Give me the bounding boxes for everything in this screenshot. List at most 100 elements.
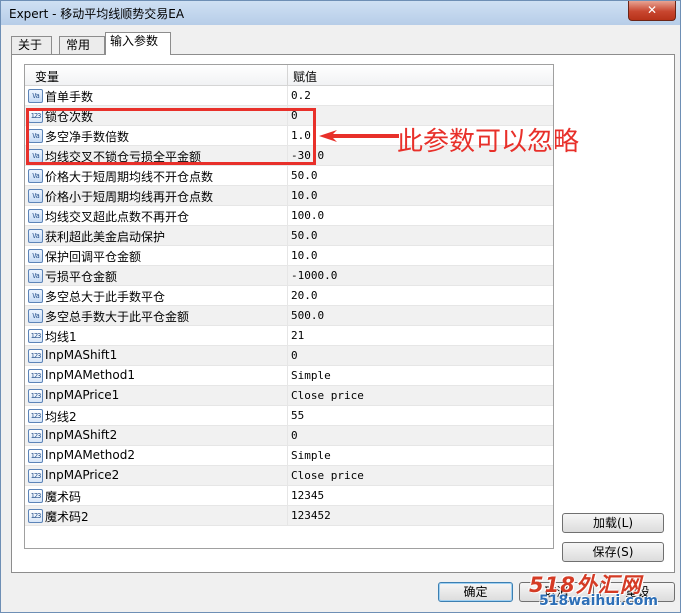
ok-button[interactable]: 确定 xyxy=(438,582,513,602)
parameter-value[interactable]: 0 xyxy=(291,429,298,442)
parameter-row[interactable]: Va 多空总手数大于此平仓金额 500.0 xyxy=(25,306,553,326)
integer-type-icon: 123 xyxy=(28,469,43,483)
parameter-value[interactable]: 50.0 xyxy=(291,169,318,182)
parameter-value[interactable]: -1000.0 xyxy=(291,269,337,282)
parameter-value[interactable]: Close price xyxy=(291,389,364,402)
parameter-value[interactable]: 20.0 xyxy=(291,289,318,302)
cell-divider xyxy=(287,446,288,465)
parameter-row[interactable]: Va 首单手数 0.2 xyxy=(25,86,553,106)
parameter-row[interactable]: Va 价格小于短周期均线再开仓点数 10.0 xyxy=(25,186,553,206)
double-type-icon: Va xyxy=(28,169,43,183)
parameter-row[interactable]: 123 InpMAMethod1 Simple xyxy=(25,366,553,386)
double-type-icon: Va xyxy=(28,289,43,303)
parameter-row[interactable]: 123 InpMAShift2 0 xyxy=(25,426,553,446)
parameter-name: InpMAPrice1 xyxy=(45,388,120,402)
parameter-row[interactable]: 123 InpMAPrice1 Close price xyxy=(25,386,553,406)
parameter-value[interactable]: 50.0 xyxy=(291,229,318,242)
integer-type-icon: 123 xyxy=(28,509,43,523)
double-type-icon: Va xyxy=(28,309,43,323)
integer-type-icon: 123 xyxy=(28,109,43,123)
integer-type-icon: 123 xyxy=(28,449,43,463)
tab-common[interactable]: 常用 xyxy=(59,36,105,54)
close-button[interactable]: ✕ xyxy=(628,1,676,21)
column-header-variable[interactable]: 变量 xyxy=(35,68,59,85)
parameter-row[interactable]: Va 多空总大于此手数平仓 20.0 xyxy=(25,286,553,306)
parameter-value[interactable]: 0.2 xyxy=(291,89,311,102)
parameter-row[interactable]: 123 InpMAPrice2 Close price xyxy=(25,466,553,486)
cell-divider xyxy=(287,246,288,265)
double-type-icon: Va xyxy=(28,229,43,243)
parameter-row[interactable]: 123 魔术码2 123452 xyxy=(25,506,553,526)
parameter-value[interactable]: 500.0 xyxy=(291,309,324,322)
cell-divider xyxy=(287,326,288,345)
parameter-value[interactable]: 12345 xyxy=(291,489,324,502)
integer-type-icon: 123 xyxy=(28,389,43,403)
parameter-value[interactable]: 0 xyxy=(291,109,298,122)
parameter-row[interactable]: Va 获利超此美金启动保护 50.0 xyxy=(25,226,553,246)
parameter-row[interactable]: 123 均线1 21 xyxy=(25,326,553,346)
parameter-name: 亏损平仓金额 xyxy=(45,270,118,284)
parameter-name: InpMAShift1 xyxy=(45,348,118,362)
parameter-row[interactable]: 123 魔术码 12345 xyxy=(25,486,553,506)
parameter-value[interactable]: 21 xyxy=(291,329,304,342)
cell-divider xyxy=(287,466,288,485)
integer-type-icon: 123 xyxy=(28,489,43,503)
cell-divider xyxy=(287,226,288,245)
tab-about[interactable]: 关于 xyxy=(11,36,52,54)
tab-inputs[interactable]: 输入参数 xyxy=(105,32,171,55)
parameter-name: 多空净手数倍数 xyxy=(45,130,130,144)
double-type-icon: Va xyxy=(28,129,43,143)
parameter-row[interactable]: 123 InpMAMethod2 Simple xyxy=(25,446,553,466)
window-title: Expert - 移动平均线顺势交易EA xyxy=(9,7,185,21)
parameter-name: 首单手数 xyxy=(45,90,94,104)
watermark-line2: 518waihui.com xyxy=(539,593,658,609)
cell-divider xyxy=(287,366,288,385)
parameter-row[interactable]: Va 价格大于短周期均线不开仓点数 50.0 xyxy=(25,166,553,186)
cell-divider xyxy=(287,166,288,185)
parameter-value[interactable]: 55 xyxy=(291,409,304,422)
parameter-value[interactable]: Simple xyxy=(291,449,331,462)
parameter-name: 均线交叉不锁仓亏损全平金额 xyxy=(45,150,202,164)
parameter-row[interactable]: Va 亏损平仓金额 -1000.0 xyxy=(25,266,553,286)
parameter-value[interactable]: Close price xyxy=(291,469,364,482)
parameter-value[interactable]: Simple xyxy=(291,369,331,382)
parameter-name: 均线交叉超此点数不再开仓 xyxy=(45,210,190,224)
double-type-icon: Va xyxy=(28,269,43,283)
parameter-name: 魔术码2 xyxy=(45,510,89,524)
integer-type-icon: 123 xyxy=(28,369,43,383)
integer-type-icon: 123 xyxy=(28,429,43,443)
cell-divider xyxy=(287,406,288,425)
parameter-value[interactable]: 10.0 xyxy=(291,189,318,202)
parameter-name: 价格大于短周期均线不开仓点数 xyxy=(45,170,214,184)
parameter-row[interactable]: Va 均线交叉超此点数不再开仓 100.0 xyxy=(25,206,553,226)
parameter-row[interactable]: 123 均线2 55 xyxy=(25,406,553,426)
column-divider[interactable] xyxy=(287,65,288,85)
cell-divider xyxy=(287,126,288,145)
cell-divider xyxy=(287,186,288,205)
cell-divider xyxy=(287,486,288,505)
double-type-icon: Va xyxy=(28,149,43,163)
parameter-value[interactable]: 123452 xyxy=(291,509,331,522)
column-header-value[interactable]: 赋值 xyxy=(293,68,317,85)
load-button[interactable]: 加载(L) xyxy=(562,513,664,533)
parameter-value[interactable]: 100.0 xyxy=(291,209,324,222)
integer-type-icon: 123 xyxy=(28,349,43,363)
cell-divider xyxy=(287,306,288,325)
double-type-icon: Va xyxy=(28,249,43,263)
parameter-row[interactable]: Va 保护回调平仓金额 10.0 xyxy=(25,246,553,266)
parameter-row[interactable]: 123 InpMAShift1 0 xyxy=(25,346,553,366)
title-bar[interactable]: Expert - 移动平均线顺势交易EA ✕ xyxy=(1,1,680,25)
save-button[interactable]: 保存(S) xyxy=(562,542,664,562)
parameter-name: 均线1 xyxy=(45,330,77,344)
parameter-name: InpMAShift2 xyxy=(45,428,118,442)
expert-properties-dialog: Expert - 移动平均线顺势交易EA ✕ 关于 常用 输入参数 变量 赋值 … xyxy=(0,0,681,613)
parameter-name: InpMAMethod2 xyxy=(45,448,135,462)
parameter-value[interactable]: -30.0 xyxy=(291,149,324,162)
parameter-value[interactable]: 0 xyxy=(291,349,298,362)
parameter-name: 均线2 xyxy=(45,410,77,424)
double-type-icon: Va xyxy=(28,209,43,223)
parameter-name: 多空总手数大于此平仓金额 xyxy=(45,310,190,324)
parameter-value[interactable]: 1.0 xyxy=(291,129,311,142)
grid-header: 变量 赋值 xyxy=(25,65,553,86)
parameter-value[interactable]: 10.0 xyxy=(291,249,318,262)
